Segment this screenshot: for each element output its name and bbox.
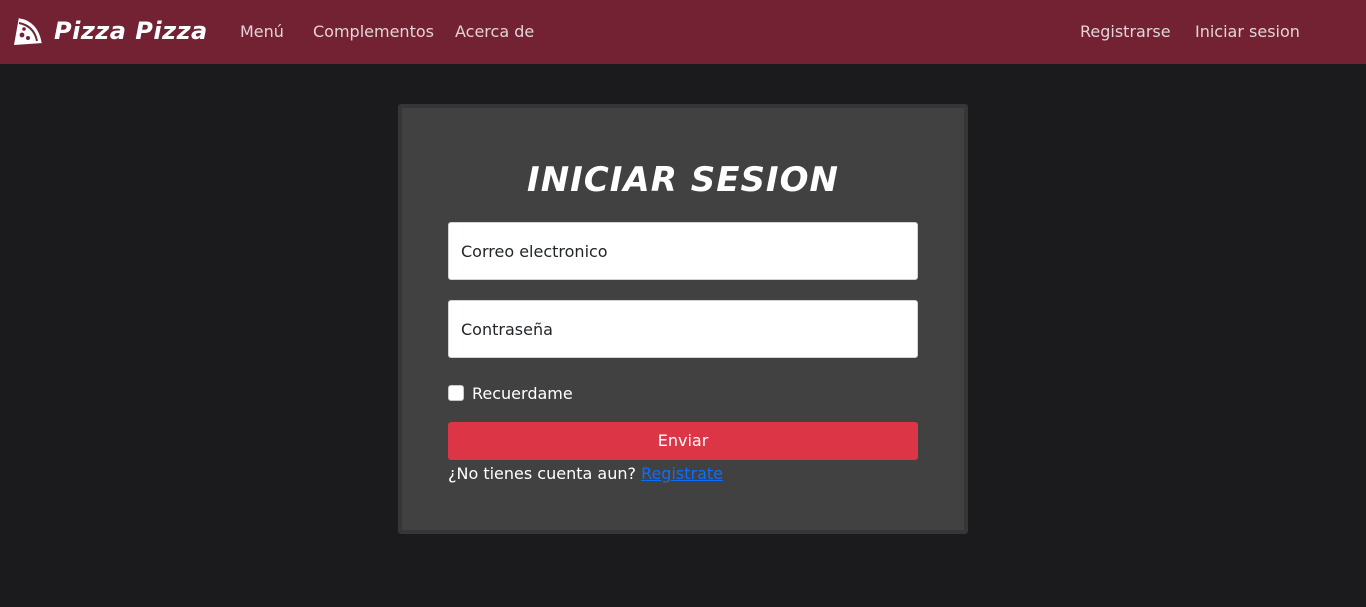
nav-link-acerca-de[interactable]: Acerca de [455,21,534,43]
nav-link-iniciar-sesion[interactable]: Iniciar sesion [1195,21,1300,43]
login-card: INICIAR SESION Recuerdame Enviar ¿No tie… [398,104,968,534]
remember-label: Recuerdame [472,383,573,403]
email-field[interactable] [448,222,918,280]
remember-me[interactable]: Recuerdame [448,382,573,404]
pizza-slice-icon [14,15,45,45]
remember-checkbox[interactable] [448,385,464,401]
brand-name: Pizza Pizza [54,17,208,45]
nav-link-registrarse[interactable]: Registrarse [1080,21,1171,43]
signup-link[interactable]: Registrate [641,464,723,483]
navbar: Pizza Pizza Menú Complementos Acerca de … [0,0,1366,64]
nav-link-complementos[interactable]: Complementos [313,21,434,43]
brand-logo[interactable]: Pizza Pizza [11,14,208,48]
password-field[interactable] [448,300,918,358]
nav-link-menu[interactable]: Menú [240,21,284,43]
signup-prompt-text: ¿No tienes cuenta aun? [448,464,636,483]
signup-prompt: ¿No tienes cuenta aun? Registrate [448,464,723,486]
submit-button[interactable]: Enviar [448,422,918,460]
page-title: INICIAR SESION [527,160,839,200]
